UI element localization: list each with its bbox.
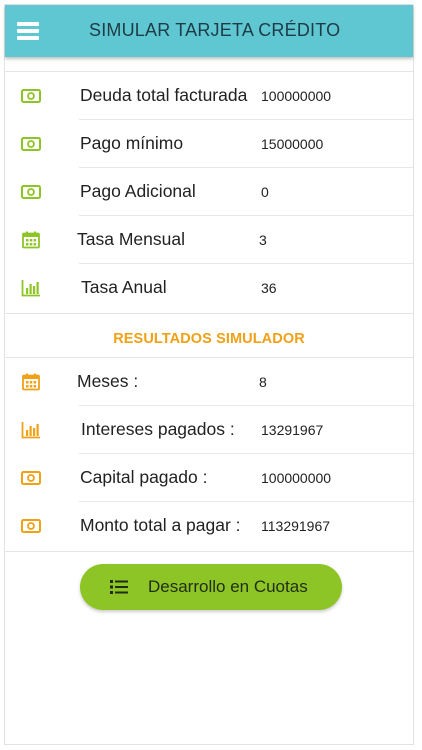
pago-adicional-input[interactable]: 0 [261,184,269,200]
result-row-capital: Capital pagado : 100000000 [5,454,413,502]
button-label: Desarrollo en Cuotas [148,577,308,596]
field-label: Tasa Anual [81,277,167,297]
pago-minimo-input[interactable]: 15000000 [261,136,323,152]
tasa-anual-input[interactable]: 36 [261,280,277,296]
tasa-mensual-input[interactable]: 3 [259,232,267,248]
result-row-meses: Meses : 8 [5,358,413,406]
calendar-icon [22,373,40,391]
hamburger-menu-icon[interactable] [17,22,39,40]
desarrollo-cuotas-button[interactable]: Desarrollo en Cuotas [80,564,342,610]
result-label: Intereses pagados : [81,419,235,439]
money-bill-icon [21,185,41,199]
calendar-icon [22,231,40,249]
field-label: Tasa Mensual [77,229,185,249]
result-label: Meses : [77,371,139,391]
capital-value: 100000000 [261,470,332,486]
field-label: Pago mínimo [80,133,184,153]
result-row-intereses: Intereses pagados : 13291967 [5,406,413,454]
money-bill-icon [21,519,41,533]
result-label: Capital pagado : [80,467,208,487]
meses-value: 8 [259,374,267,390]
field-label: Deuda total facturada [80,85,248,105]
divider [5,313,413,314]
money-bill-icon [21,471,41,485]
app-header: SIMULAR TARJETA CRÉDITO [5,5,413,57]
app-screen: SIMULAR TARJETA CRÉDITO Deuda total fact… [4,4,414,745]
input-row-pago-adicional: Pago Adicional 0 [5,168,413,216]
money-bill-icon [21,89,41,103]
list-icon [110,580,128,594]
input-row-tasa-anual: Tasa Anual 36 [5,264,413,312]
result-row-monto-total: Monto total a pagar : 113291967 [5,502,413,550]
field-label: Pago Adicional [80,181,196,201]
page-title: SIMULAR TARJETA CRÉDITO [89,20,341,40]
results-section-title: RESULTADOS SIMULADOR [113,331,305,347]
input-row-deuda-total: Deuda total facturada 100000000 [5,72,413,120]
monto-total-value: 113291967 [261,518,331,534]
bar-chart-icon [21,280,40,297]
money-bill-icon [21,137,41,151]
bar-chart-icon [21,422,40,439]
input-row-pago-minimo: Pago mínimo 15000000 [5,120,413,168]
intereses-value: 13291967 [261,422,324,438]
deuda-total-input[interactable]: 100000000 [261,88,331,104]
result-label: Monto total a pagar : [80,515,241,535]
divider [5,551,413,552]
input-row-tasa-mensual: Tasa Mensual 3 [5,216,413,264]
